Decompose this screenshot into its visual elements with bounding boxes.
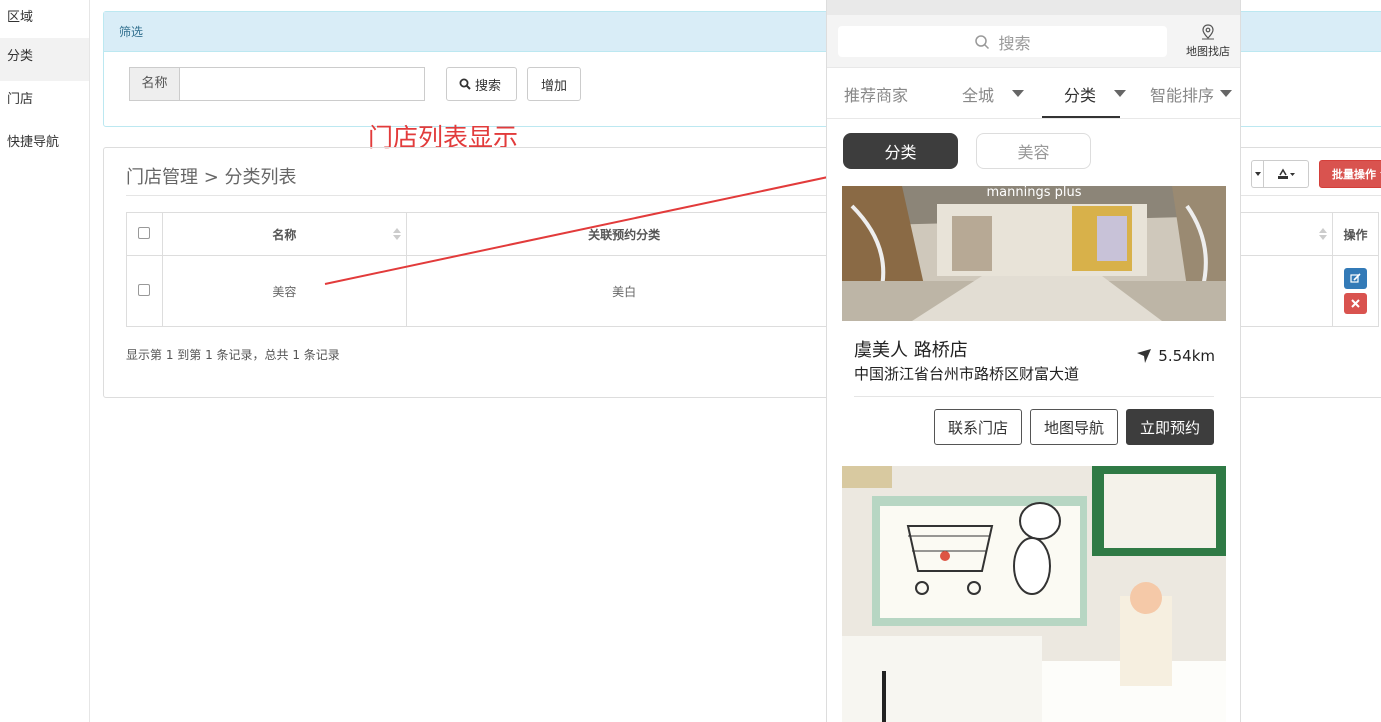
export-icon bbox=[1278, 168, 1295, 179]
store-card[interactable]: mannings plus 虞美人 路桥店 中国浙江省台州市路桥区财富大道 5.… bbox=[842, 186, 1226, 453]
navigation-arrow-icon bbox=[1137, 349, 1152, 363]
name-label: 名称 bbox=[129, 67, 179, 101]
store-distance: 5.54km bbox=[1136, 347, 1215, 365]
chip-beauty[interactable]: 美容 bbox=[976, 133, 1091, 169]
store-photo bbox=[842, 466, 1226, 722]
column-header-related[interactable]: 关联预约分类 bbox=[405, 212, 843, 256]
tab-smart-sort-label: 智能排序 bbox=[1150, 85, 1215, 105]
row-name: 美容 bbox=[161, 255, 407, 327]
chip-category[interactable]: 分类 bbox=[843, 133, 958, 169]
close-icon bbox=[1351, 299, 1360, 308]
sort-icon bbox=[392, 228, 401, 240]
pagination-info: 显示第 1 到第 1 条记录，总共 1 条记录 bbox=[126, 348, 340, 362]
search-placeholder: 搜索 bbox=[998, 33, 1031, 53]
column-header-name[interactable]: 名称 bbox=[161, 212, 407, 256]
column-header-name-label: 名称 bbox=[272, 227, 297, 242]
store-photo-illustration bbox=[842, 466, 1226, 722]
tab-recommended[interactable]: 推荐商家 bbox=[844, 68, 908, 119]
add-button-label: 增加 bbox=[540, 78, 567, 94]
mobile-preview: 搜索 地图找店 推荐商家 全城 分类 智能排序 分类 美容 mannings p… bbox=[826, 0, 1241, 722]
map-navigation-button[interactable]: 地图导航 bbox=[1029, 409, 1118, 445]
tab-recommended-label: 推荐商家 bbox=[844, 85, 909, 105]
store-card[interactable] bbox=[842, 466, 1226, 722]
tab-category[interactable]: 分类 bbox=[1064, 68, 1127, 119]
book-now-button[interactable]: 立即预约 bbox=[1125, 409, 1214, 445]
name-input-group: 名称 bbox=[129, 67, 425, 101]
breadcrumb: 门店管理 > 分类列表 bbox=[126, 167, 297, 188]
edit-button[interactable] bbox=[1343, 268, 1367, 289]
mobile-status-bar bbox=[827, 0, 1240, 15]
map-find-button[interactable]: 地图找店 bbox=[1184, 24, 1232, 59]
add-button[interactable]: 增加 bbox=[527, 67, 581, 101]
sidebar-item-store[interactable]: 门店 bbox=[0, 81, 89, 124]
card-actions: 联系门店 地图导航 立即预约 bbox=[933, 409, 1214, 445]
mobile-header: 搜索 地图找店 bbox=[827, 0, 1240, 68]
tab-city-label: 全城 bbox=[962, 85, 995, 105]
category-chips: 分类 美容 bbox=[827, 119, 1240, 185]
batch-operation-label: 批量操作 bbox=[1332, 168, 1376, 181]
row-checkbox[interactable] bbox=[138, 283, 151, 296]
distance-value: 5.54km bbox=[1158, 347, 1215, 365]
tab-category-label: 分类 bbox=[1064, 85, 1097, 105]
mobile-tabs: 推荐商家 全城 分类 智能排序 bbox=[827, 68, 1240, 119]
map-pin-icon bbox=[1202, 24, 1214, 40]
tab-active-indicator bbox=[1042, 116, 1120, 118]
contact-store-button[interactable]: 联系门店 bbox=[933, 409, 1022, 445]
store-photo: mannings plus bbox=[842, 186, 1226, 321]
search-button[interactable]: 搜索 bbox=[446, 67, 517, 101]
sidebar-item-quick-nav[interactable]: 快捷导航 bbox=[0, 124, 89, 167]
row-select-cell bbox=[126, 255, 163, 327]
list-toolbar: 批量操作 bbox=[1251, 160, 1381, 188]
store-address: 中国浙江省台州市路桥区财富大道 bbox=[854, 365, 1080, 383]
columns-dropdown-button[interactable] bbox=[1251, 160, 1263, 188]
column-header-actions: 操作 bbox=[1331, 212, 1380, 256]
name-input[interactable] bbox=[179, 67, 425, 101]
search-icon bbox=[975, 34, 990, 49]
batch-operation-button[interactable]: 批量操作 bbox=[1319, 160, 1381, 188]
tab-smart-sort[interactable]: 智能排序 bbox=[1150, 68, 1233, 119]
sidebar: 区域 分类 门店 快捷导航 bbox=[0, 0, 90, 722]
sort-icon bbox=[1318, 228, 1327, 240]
svg-text:mannings plus: mannings plus bbox=[987, 186, 1082, 200]
tab-city[interactable]: 全城 bbox=[962, 68, 1025, 119]
row-related: 美白 bbox=[405, 255, 843, 327]
select-all-checkbox[interactable] bbox=[138, 226, 151, 239]
mobile-search-input[interactable]: 搜索 bbox=[838, 26, 1167, 57]
edit-icon bbox=[1350, 273, 1361, 283]
caret-down-icon bbox=[1114, 90, 1127, 97]
row-actions bbox=[1331, 255, 1380, 327]
caret-down-icon bbox=[1220, 90, 1233, 97]
store-name: 虞美人 路桥店 bbox=[854, 340, 968, 361]
card-divider bbox=[854, 396, 1214, 397]
column-header-actions-label: 操作 bbox=[1343, 227, 1368, 242]
search-icon bbox=[459, 78, 471, 90]
filter-row: 名称 搜索 增加 bbox=[129, 67, 581, 101]
delete-button[interactable] bbox=[1343, 293, 1367, 314]
caret-down-icon bbox=[1012, 90, 1025, 97]
search-button-label: 搜索 bbox=[475, 78, 502, 94]
export-button[interactable] bbox=[1263, 160, 1309, 188]
column-header-related-label: 关联预约分类 bbox=[588, 227, 661, 242]
select-all-cell bbox=[126, 212, 163, 256]
sidebar-item-region[interactable]: 区域 bbox=[0, 0, 89, 38]
sidebar-item-category[interactable]: 分类 bbox=[0, 38, 89, 81]
map-find-label: 地图找店 bbox=[1186, 45, 1230, 58]
chevron-down-icon bbox=[1254, 172, 1261, 176]
store-photo-illustration: mannings plus bbox=[842, 186, 1226, 321]
